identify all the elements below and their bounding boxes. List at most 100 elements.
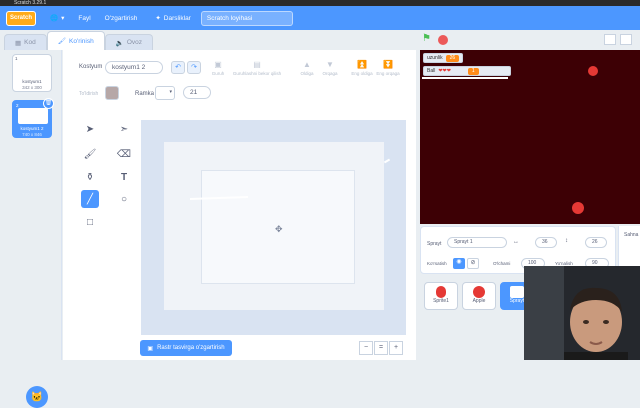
- fill-tool[interactable]: ⚱: [81, 168, 99, 186]
- costume-list: 1 kostyum1 342 x 300 2 kostyum1 2 740 x …: [0, 50, 62, 408]
- tutorials-menu[interactable]: ✦ Darsliklar: [155, 14, 191, 23]
- convert-to-bitmap-button[interactable]: ▣ Rastr tasvirga o'zgartirish: [140, 340, 232, 356]
- sprite-thumbnail: [473, 286, 485, 298]
- outline-label: Ramka: [135, 91, 155, 97]
- zoom-in-icon: +: [393, 344, 399, 351]
- back-label: Eng orqaga: [376, 71, 400, 76]
- x-input[interactable]: 36: [535, 237, 557, 248]
- zoom-in-button[interactable]: +: [389, 341, 403, 355]
- sprite-name: Apple: [472, 298, 486, 304]
- tutorials-label: Darsliklar: [163, 14, 191, 22]
- fill-icon: ⚱: [85, 171, 95, 183]
- speaker-icon: 🔈: [115, 39, 124, 47]
- add-costume-button[interactable]: 🐱: [26, 386, 48, 408]
- convert-label: Rastr tasvirga o'zgartirish: [157, 345, 225, 351]
- text-tool[interactable]: T: [115, 168, 133, 186]
- sprite-label: Sprayt: [427, 241, 442, 247]
- tab-costumes[interactable]: 🖌 Ko'rinish: [46, 31, 105, 50]
- apple-sprite: [572, 202, 584, 214]
- ungroup-label: Guruhlashni bekor qilish: [232, 71, 282, 76]
- zoom-out-button[interactable]: −: [359, 341, 373, 355]
- brush-icon: 🖌: [57, 38, 66, 45]
- large-stage-icon[interactable]: [620, 34, 632, 45]
- costume-size: 740 x 846: [22, 132, 42, 137]
- costume-item-selected[interactable]: 2 kostyum1 2 740 x 846 🗑: [12, 98, 54, 138]
- edit-menu[interactable]: O'zgartirish: [105, 15, 138, 22]
- zoom-reset-button[interactable]: =: [374, 341, 388, 355]
- hearts-icon: ❤❤❤: [438, 68, 451, 74]
- stage[interactable]: uzunlik 26 Ball ❤❤❤ 1: [420, 50, 640, 224]
- webcam-overlay: [524, 266, 640, 360]
- cat-icon: 🐱: [30, 391, 44, 403]
- circle-tool[interactable]: ○: [115, 190, 133, 208]
- fill-color-swatch[interactable]: [105, 86, 119, 100]
- scratch-logo[interactable]: Scratch: [6, 10, 36, 26]
- eye-off-icon[interactable]: ⊘: [467, 258, 479, 269]
- brush-icon: 🖌: [83, 148, 97, 160]
- sprite-name: Sprite1: [433, 298, 449, 304]
- stop-icon[interactable]: [438, 35, 448, 45]
- fill-label: To'ldirish: [79, 91, 99, 97]
- eye-icon[interactable]: ◉: [453, 258, 465, 269]
- brush-tool[interactable]: 🖌: [81, 145, 99, 163]
- monitor-value: 26: [445, 54, 460, 62]
- sprite-tile[interactable]: Apple: [462, 282, 496, 310]
- redo-button[interactable]: ↷: [187, 61, 201, 74]
- rectangle-tool[interactable]: □: [81, 213, 99, 231]
- monitor-value: 1: [467, 67, 479, 75]
- y-arrows-icon: ↕: [565, 238, 568, 244]
- small-stage-icon[interactable]: [604, 34, 616, 45]
- variable-monitor: uzunlik 26: [423, 53, 464, 63]
- line-tool[interactable]: ╱: [81, 190, 99, 208]
- monitor-label: Ball: [427, 68, 436, 74]
- tab-sounds[interactable]: 🔈 Ovoz: [104, 34, 153, 50]
- backward-icon: ▼: [326, 60, 334, 69]
- zoom-out-icon: −: [363, 344, 369, 351]
- monitor-label: uzunlik: [427, 55, 443, 61]
- costume-name: kostyum1: [22, 79, 42, 84]
- costume-name: kostyum1 2: [20, 126, 44, 131]
- outline-color-swatch[interactable]: ▾: [155, 86, 175, 100]
- image-icon: ▣: [147, 345, 154, 352]
- backward-button[interactable]: ▼ Orqaga: [313, 60, 347, 76]
- costume-thumbnail: [17, 61, 47, 77]
- costume-name-label: Kostyum: [79, 64, 103, 70]
- select-tool[interactable]: ➤: [81, 120, 99, 138]
- file-menu[interactable]: Fayl: [78, 15, 90, 22]
- eraser-tool[interactable]: ⌫: [115, 145, 133, 163]
- variable-monitor: Ball ❤❤❤ 1: [423, 66, 511, 76]
- delete-icon[interactable]: 🗑: [43, 98, 54, 109]
- line-icon: ╱: [86, 193, 94, 205]
- green-flag-icon[interactable]: ⚑: [422, 33, 431, 44]
- costume-name-input[interactable]: kostyum1 2: [105, 61, 163, 74]
- tab-sounds-label: Ovoz: [126, 39, 142, 46]
- outline-width-input[interactable]: 21: [183, 86, 211, 99]
- sprite-name-input[interactable]: Sprayt 1: [447, 237, 507, 248]
- project-title-input[interactable]: Scratch loyihasi: [200, 10, 293, 26]
- ungroup-icon: ▤: [253, 60, 261, 69]
- reshape-icon: ➣: [119, 123, 129, 135]
- apple-sprite: [588, 66, 598, 76]
- y-input[interactable]: 26: [585, 237, 607, 248]
- costume-item[interactable]: 1 kostyum1 342 x 300: [12, 54, 52, 92]
- sprite-tile[interactable]: Sprite1: [424, 282, 458, 310]
- globe-icon: 🌐: [50, 15, 59, 22]
- backward-label: Orqaga: [322, 71, 338, 76]
- edit-menu-label: O'zgartirish: [104, 14, 138, 22]
- group-label: Guruh: [211, 71, 225, 76]
- line-sprite: [422, 77, 508, 79]
- size-label: O'lchami: [493, 261, 511, 266]
- chevron-down-icon: ▾: [61, 15, 65, 22]
- ungroup-button[interactable]: ▤ Guruhlashni bekor qilish: [231, 60, 283, 76]
- chevron-down-icon: ▾: [169, 89, 172, 95]
- stage-panel-label: Sahna: [624, 232, 639, 238]
- group-button[interactable]: ▣ Guruh: [201, 60, 235, 76]
- undo-button[interactable]: ↶: [171, 61, 185, 74]
- language-menu[interactable]: 🌐 ▾: [50, 14, 64, 22]
- reshape-tool[interactable]: ➣: [115, 120, 133, 138]
- circle-icon: ○: [120, 193, 128, 205]
- eraser-icon: ⌫: [116, 148, 132, 160]
- tab-code[interactable]: ▦ Kod: [4, 34, 47, 50]
- x-arrows-icon: ↔: [513, 239, 519, 245]
- back-button[interactable]: ⏬ Eng orqaga: [371, 60, 405, 76]
